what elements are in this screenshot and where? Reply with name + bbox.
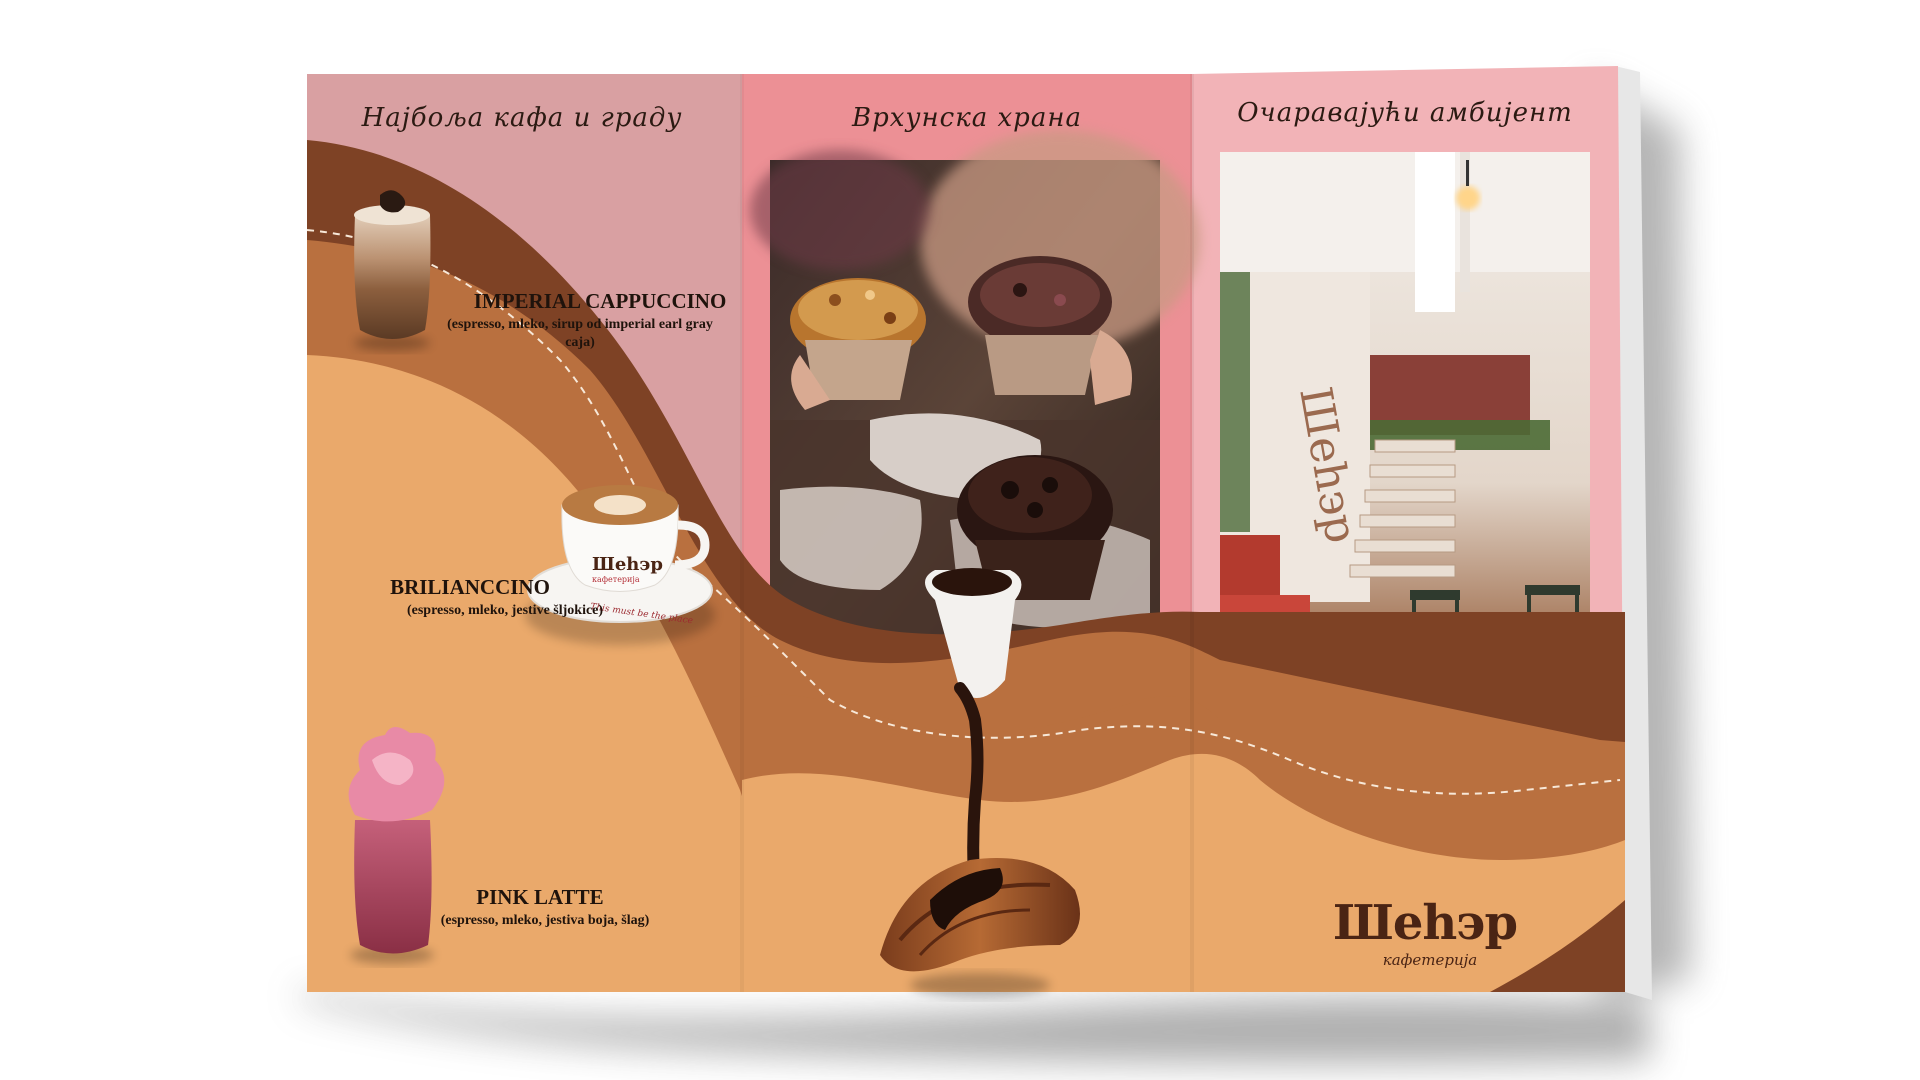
coffee-name-pink-latte: PINK LATTE [476,885,604,909]
brand-logo: Шеһэр [1333,895,1518,951]
cup-print-brand: Шеһэр [592,554,663,575]
coffee-desc-pink-latte: (espresso, mleko, jestiva boja, šlag) [440,913,650,928]
fold-line-1 [740,74,744,992]
brochure-artwork: Шеһэр Шеһэр кафетерија This must be the … [300,66,1690,1064]
coffee-desc-imperial-cappuccino: (espresso, mleko, sirup od imperial earl… [447,317,713,350]
coffee-name-brilianccino: BRILIANCCINO [390,575,550,599]
coffee-desc-brilianccino: (espresso, mleko, jestive šljokice) [406,603,604,618]
fold-line-2 [1190,74,1194,992]
brochure-mockup: Шеһэр Шеһэр кафетерија This must be the … [0,0,1920,1080]
panel-title-right: Очаравајући амбијент [1237,98,1573,128]
cup-print-sub: кафетерија [592,575,640,584]
imperial-cappuccino-glass [354,190,431,351]
brand-logo-subtitle: кафетерија [1382,951,1478,969]
coffee-name-imperial-cappuccino: IMPERIAL CAPPUCCINO [473,289,727,313]
panel-title-middle: Врхунска храна [852,103,1082,133]
panel-title-left: Најбоља кафа и граду [361,103,683,133]
